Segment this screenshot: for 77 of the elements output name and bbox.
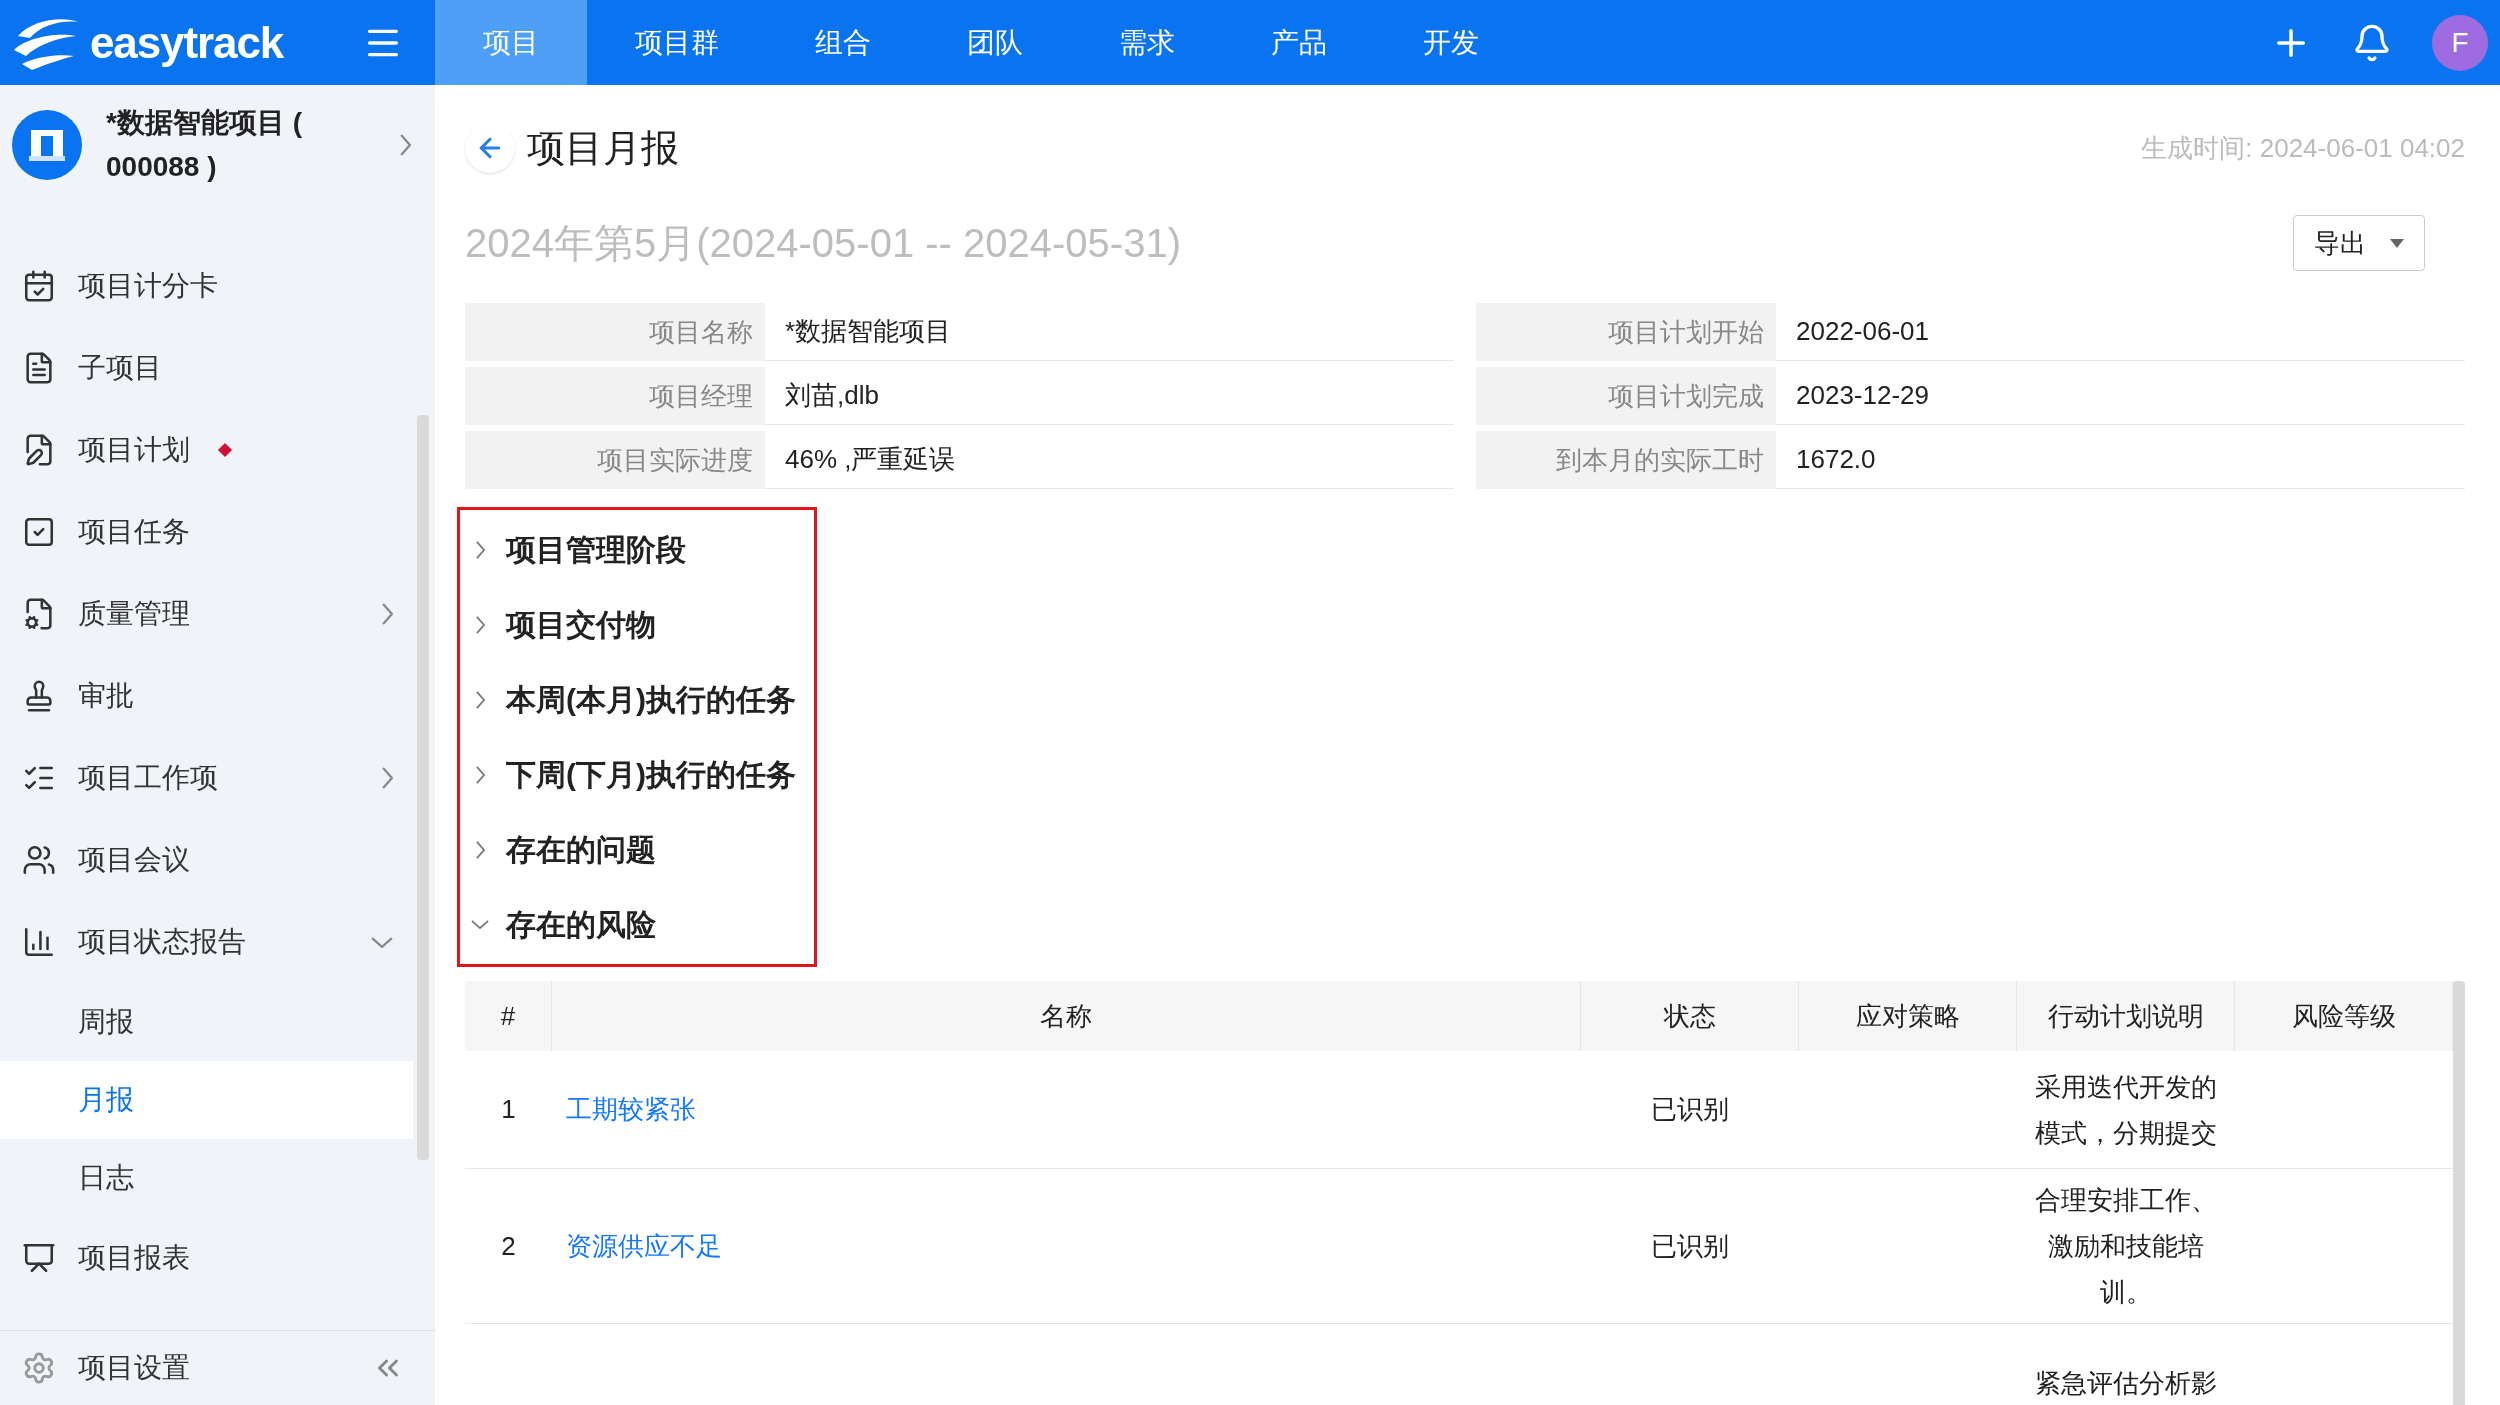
user-avatar[interactable]: F [2432, 14, 2488, 71]
sidebar-subitem[interactable]: 月报 [0, 1061, 413, 1139]
report-period: 2024年第5月(2024-05-01 -- 2024-05-31) [465, 220, 1181, 267]
chevron-right-icon[interactable] [400, 134, 411, 156]
sidebar-item[interactable]: 项目任务 [0, 491, 413, 573]
sidebar-item-icon [22, 515, 56, 549]
project-name[interactable]: *数据智能项目 ( 000088 ) [106, 101, 346, 189]
field-value: 1672.0 [1776, 431, 2465, 489]
action-plan-cell-text: 紧急评估分析影 [2034, 1366, 2218, 1400]
section-toggle[interactable]: 存在的问题 [470, 812, 814, 887]
sidebar-item[interactable]: 子项目 [0, 327, 413, 409]
nav-tab[interactable]: 开发 [1375, 0, 1527, 85]
sidebar-item-icon [22, 925, 56, 959]
field-value: *数据智能项目 [765, 303, 1454, 361]
nav-tab[interactable]: 团队 [919, 0, 1071, 85]
sidebar-item[interactable]: 项目状态报告 [0, 901, 413, 983]
settings-item[interactable]: 项目设置 [0, 1330, 435, 1405]
column-header: 状态 [1581, 981, 1799, 1051]
risk-link[interactable]: 资源供应不足 [566, 1226, 722, 1266]
risk-link[interactable]: 工期较紧张 [566, 1090, 696, 1129]
status-cell-text: 已识别 [1651, 1093, 1729, 1126]
settings-icon [22, 1351, 56, 1385]
field-value: 46% ,严重延误 [765, 431, 1454, 489]
column-header: 名称 [552, 981, 1581, 1051]
field-label: 项目实际进度 [465, 431, 765, 489]
field-label: 项目经理 [465, 367, 765, 425]
action-plan-cell-text: 采用迭代开发的模式，分期提交 [2034, 1070, 2218, 1150]
section-toggle[interactable]: 存在的风险 [470, 887, 814, 962]
row-number: 1 [501, 1093, 516, 1126]
section-toggle[interactable]: 项目管理阶段 [470, 512, 814, 587]
section-toggle[interactable]: 本周(本月)执行的任务 [470, 662, 814, 737]
export-dropdown[interactable]: 导出 [2293, 215, 2425, 271]
table-scrollbar[interactable] [2453, 981, 2465, 1405]
sidebar-item[interactable]: 项目会议 [0, 819, 413, 901]
chevron-right-icon [475, 840, 485, 859]
chevron-right-icon [475, 690, 485, 709]
nav-tab[interactable]: 项目群 [587, 0, 767, 85]
field-label: 项目计划开始 [1476, 303, 1776, 361]
sidebar-item[interactable]: 质量管理 [0, 573, 413, 655]
nav-tab[interactable]: 组合 [767, 0, 919, 85]
column-header: 行动计划说明 [2017, 981, 2235, 1051]
chevron-right-icon [475, 540, 485, 559]
caret-icon [2390, 238, 2404, 248]
sidebar-item[interactable]: 项目计分卡 [0, 245, 413, 327]
sidebar-item-icon [22, 269, 56, 303]
page-title: 项目月报 [527, 125, 679, 171]
chevron-right-icon [475, 615, 485, 634]
sidebar-item[interactable]: 项目工作项 [0, 737, 413, 819]
sidebar-item[interactable]: 项目报表 [0, 1217, 413, 1299]
notification-icon[interactable] [2352, 22, 2392, 63]
chevron-down-icon [471, 920, 489, 929]
sidebar-item[interactable]: 审批 [0, 655, 413, 737]
field-value: 刘苗,dlb [765, 367, 1454, 425]
sidebar-item[interactable]: 项目计划 [0, 409, 413, 491]
field-label: 到本月的实际工时 [1476, 431, 1776, 489]
generated-time: 生成时间: 2024-06-01 04:02 [2141, 131, 2465, 165]
action-plan-cell-text: 合理安排工作、激励和技能培训。 [2034, 1184, 2218, 1309]
chevron-right-icon [475, 765, 485, 784]
nav-tab[interactable]: 需求 [1071, 0, 1223, 85]
field-value: 2023-12-29 [1776, 367, 2465, 425]
section-toggle[interactable]: 项目交付物 [470, 587, 814, 662]
column-header: 应对策略 [1799, 981, 2017, 1051]
logo-text: easytrack [90, 16, 284, 69]
field-label: 项目计划完成 [1476, 367, 1776, 425]
sidebar-item-icon [22, 843, 56, 877]
sidebar-subitem[interactable]: 日志 [0, 1139, 413, 1217]
back-button[interactable] [465, 123, 515, 173]
status-cell-text: 已识别 [1651, 1229, 1729, 1263]
sidebar-item-icon [22, 1241, 56, 1275]
column-header: # [465, 981, 552, 1051]
field-value: 2022-06-01 [1776, 303, 2465, 361]
sidebar-scrollbar[interactable] [417, 415, 429, 1160]
field-label: 项目名称 [465, 303, 765, 361]
sidebar-subitem[interactable]: 周报 [0, 983, 413, 1061]
row-number: 2 [501, 1229, 516, 1263]
nav-tab[interactable]: 产品 [1223, 0, 1375, 85]
section-toggle[interactable]: 下周(下月)执行的任务 [470, 737, 814, 812]
